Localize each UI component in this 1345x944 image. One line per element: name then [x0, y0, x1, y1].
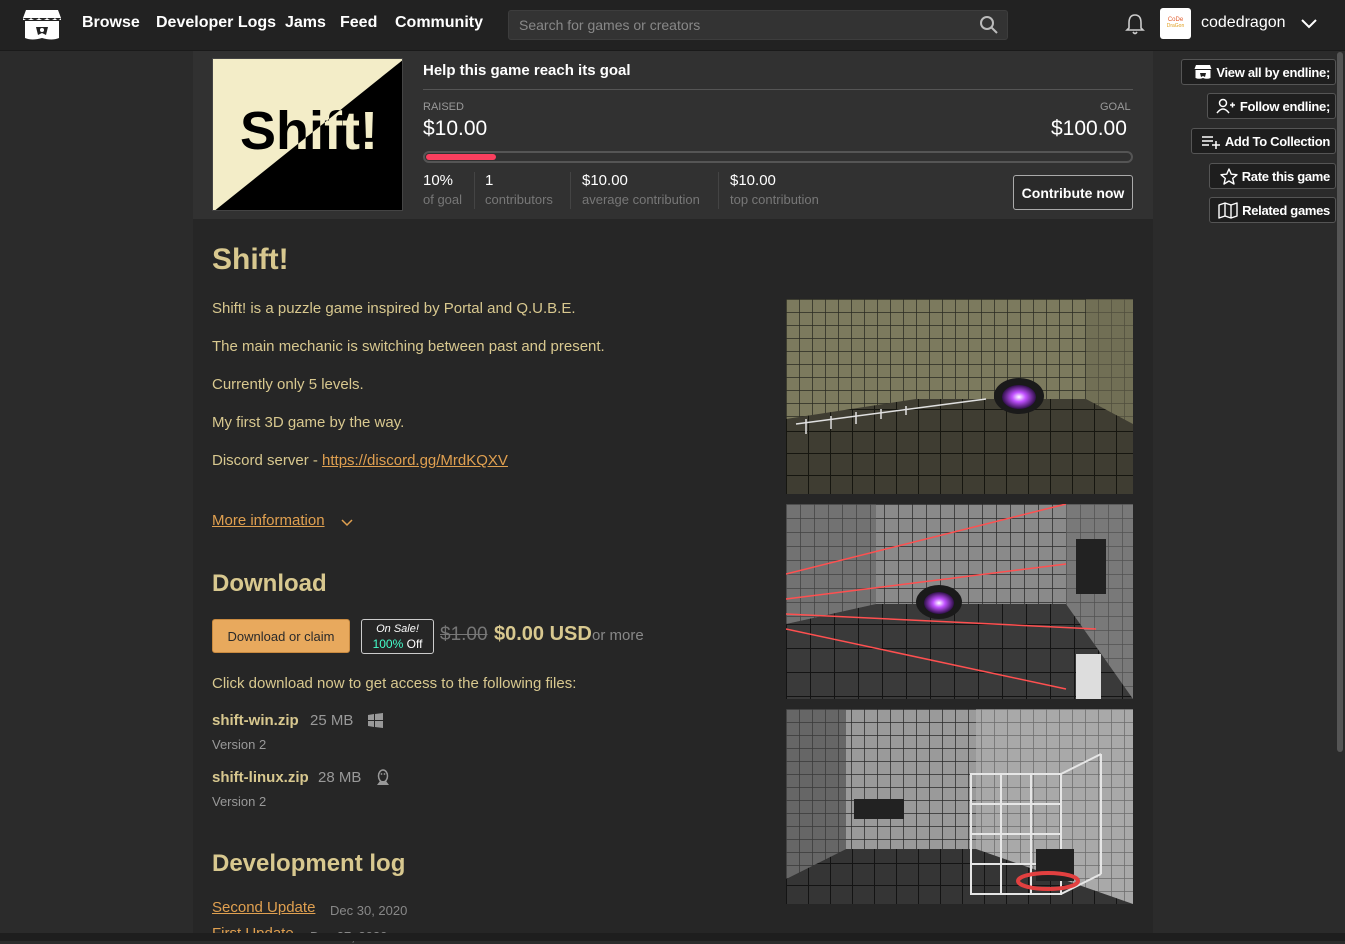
- download-heading: Download: [212, 570, 327, 597]
- goal-label: GOAL: [1100, 101, 1131, 113]
- file-size: 25 MB: [310, 712, 354, 729]
- search-input[interactable]: [509, 11, 989, 39]
- username[interactable]: codedragon: [1201, 14, 1286, 32]
- sale-percent: 100%: [372, 637, 404, 651]
- page-title: Shift!: [212, 243, 289, 276]
- top-navigation-bar: Browse Developer Logs Jams Feed Communit…: [0, 0, 1345, 51]
- nav-jams[interactable]: Jams: [285, 14, 326, 32]
- goal-progress-fill: [426, 154, 496, 160]
- sale-discount: 100% Off: [362, 637, 433, 651]
- chevron-down-icon[interactable]: [341, 518, 353, 528]
- game-cover-image[interactable]: Shift! Shift!: [212, 58, 403, 211]
- screenshot-3[interactable]: [786, 709, 1133, 904]
- description-line: The main mechanic is switching between p…: [212, 338, 605, 355]
- discord-prefix: Discord server -: [212, 452, 323, 469]
- sale-label: On Sale!: [376, 623, 419, 635]
- itchio-logo-icon[interactable]: [22, 8, 62, 42]
- windows-icon: [368, 713, 383, 728]
- rate-game-label: Rate this game: [1241, 168, 1331, 184]
- nav-feed[interactable]: Feed: [340, 14, 377, 32]
- notification-bell-icon[interactable]: [1124, 12, 1146, 36]
- itchio-icon: [1194, 65, 1212, 79]
- sale-badge: On Sale! 100% Off: [361, 619, 434, 654]
- related-games-label: Related games: [1242, 202, 1330, 218]
- or-more-label: or more: [592, 627, 644, 644]
- description-line: My first 3D game by the way.: [212, 414, 405, 431]
- search-icon[interactable]: [979, 15, 999, 35]
- avatar[interactable]: CoDe DraGon: [1160, 8, 1191, 39]
- search-box: [508, 10, 1008, 40]
- original-price: $1.00: [440, 624, 488, 645]
- sale-price: $0.00 USD: [494, 623, 592, 645]
- stat-separator: [570, 172, 571, 209]
- map-icon: [1218, 201, 1238, 219]
- devlog-post-link[interactable]: Second Update: [212, 899, 315, 916]
- sale-off: Off: [406, 637, 423, 651]
- stat-goal-percent-label: of goal: [423, 192, 463, 207]
- avatar-text-line2: DraGon: [1166, 23, 1185, 29]
- screenshot-2[interactable]: [786, 504, 1133, 699]
- add-to-collection-label: Add To Collection: [1224, 133, 1330, 149]
- stat-top: $10.00: [730, 172, 776, 189]
- divider: [423, 89, 1133, 90]
- description-line: Shift! is a puzzle game inspired by Port…: [212, 300, 576, 317]
- discord-link[interactable]: https://discord.gg/MrdKQXV: [322, 452, 508, 469]
- file-version: Version 2: [212, 794, 267, 809]
- linux-icon: [377, 769, 389, 785]
- nav-browse[interactable]: Browse: [82, 14, 140, 32]
- stat-goal-percent: 10%: [423, 172, 454, 189]
- devlog-post-date: Dec 30, 2020: [330, 903, 408, 918]
- follow-author-label: Follow endline;: [1239, 98, 1330, 114]
- download-or-claim-button[interactable]: Download or claim: [212, 619, 350, 653]
- stat-top-label: top contribution: [730, 192, 819, 207]
- rate-game-button[interactable]: Rate this game: [1209, 163, 1336, 189]
- add-to-collection-button[interactable]: Add To Collection: [1191, 128, 1336, 154]
- file-name: shift-linux.zip: [212, 769, 309, 786]
- devlog-heading: Development log: [212, 850, 406, 877]
- follow-author-button[interactable]: Follow endline;: [1207, 93, 1336, 119]
- raised-amount: $10.00: [423, 117, 488, 140]
- related-games-button[interactable]: Related games: [1209, 197, 1336, 223]
- vertical-scrollbar[interactable]: [1337, 52, 1343, 752]
- description-line: Currently only 5 levels.: [212, 376, 364, 393]
- view-all-by-author-label: View all by endline;: [1216, 64, 1330, 80]
- stat-contributors-label: contributors: [485, 192, 553, 207]
- file-size: 28 MB: [318, 769, 362, 786]
- stat-average-label: average contribution: [582, 192, 700, 207]
- stat-contributors: 1: [485, 172, 494, 189]
- view-all-by-author-button[interactable]: View all by endline;: [1181, 59, 1336, 85]
- nav-developer-logs[interactable]: Developer Logs: [156, 14, 276, 32]
- stat-separator: [718, 172, 719, 209]
- goal-progress-bar: [423, 151, 1133, 163]
- nav-community[interactable]: Community: [395, 14, 483, 32]
- stat-separator: [474, 172, 475, 209]
- follow-user-icon: [1216, 98, 1235, 114]
- goal-amount: $100.00: [1051, 117, 1127, 140]
- discord-line: Discord server - https://discord.gg/MrdK…: [212, 452, 508, 469]
- file-version: Version 2: [212, 737, 267, 752]
- contribute-button[interactable]: Contribute now: [1013, 175, 1133, 210]
- more-information-link[interactable]: More information: [212, 512, 325, 529]
- download-intro: Click download now to get access to the …: [212, 675, 577, 692]
- raised-label: RAISED: [423, 101, 464, 113]
- crowdfund-title: Help this game reach its goal: [423, 62, 631, 79]
- screenshot-1[interactable]: [786, 299, 1133, 494]
- stat-average: $10.00: [582, 172, 628, 189]
- star-icon: [1220, 167, 1238, 185]
- horizontal-scrollbar[interactable]: [0, 933, 1345, 941]
- add-list-icon: [1201, 136, 1220, 149]
- file-name: shift-win.zip: [212, 712, 299, 729]
- chevron-down-icon[interactable]: [1300, 15, 1318, 33]
